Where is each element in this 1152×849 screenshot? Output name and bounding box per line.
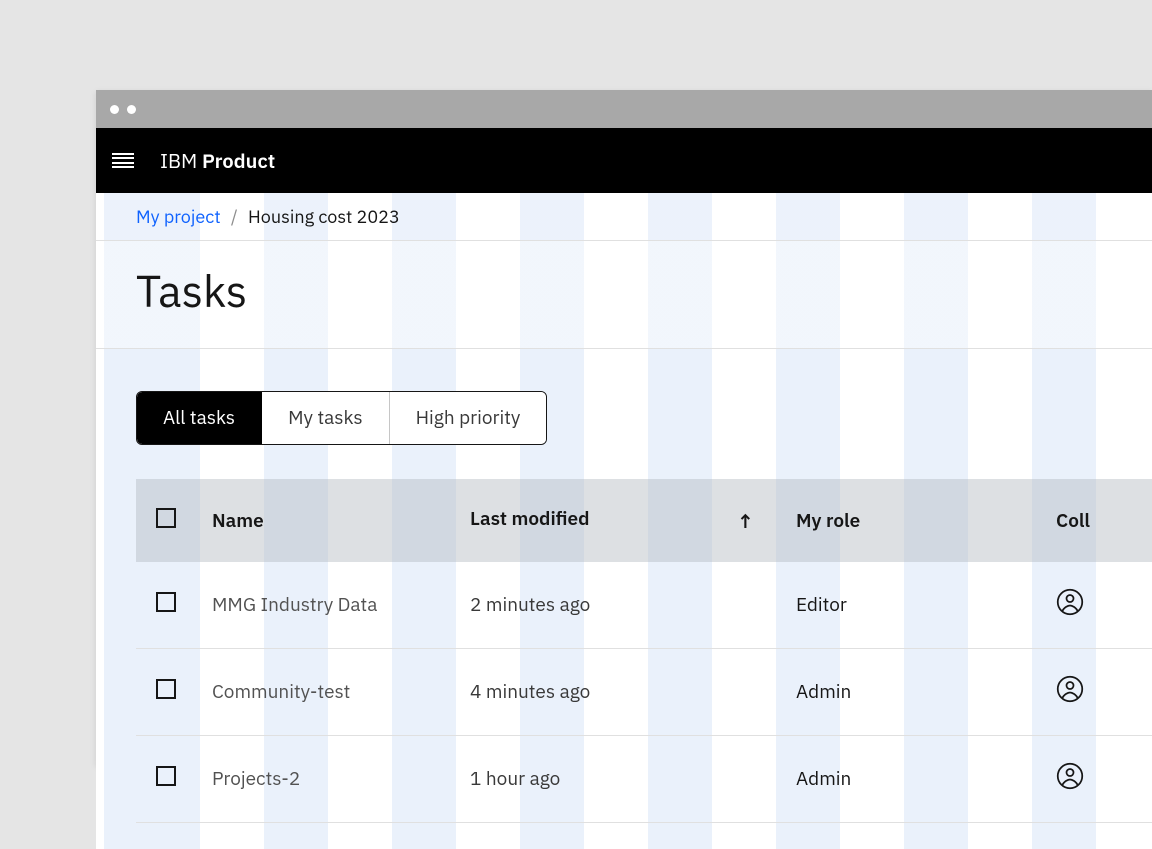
row-checkbox[interactable] [156, 766, 176, 786]
cell-my-role: Admin [780, 736, 1040, 823]
row-checkbox[interactable] [156, 592, 176, 612]
tasks-table: Name Last modified ↑ My role Coll MMG In… [136, 479, 1152, 823]
user-icon[interactable] [1056, 772, 1084, 796]
tab-high-priority[interactable]: High priority [390, 392, 547, 444]
cell-collaborators [1040, 562, 1152, 649]
breadcrumb-current: Housing cost 2023 [248, 205, 400, 228]
cell-my-role: Admin [780, 649, 1040, 736]
brand-label: IBM Product [160, 147, 275, 174]
tab-all-tasks[interactable]: All tasks [137, 392, 262, 444]
column-header-collaborators[interactable]: Coll [1040, 479, 1152, 562]
cell-name: MMG Industry Data [196, 562, 454, 649]
cell-last-modified: 1 hour ago [454, 736, 780, 823]
cell-last-modified: 4 minutes ago [454, 649, 780, 736]
user-icon[interactable] [1056, 685, 1084, 709]
table-row[interactable]: Projects-2 1 hour ago Admin [136, 736, 1152, 823]
cell-name: Projects-2 [196, 736, 454, 823]
user-icon[interactable] [1056, 598, 1084, 622]
app-header: IBM Product [96, 128, 1152, 193]
breadcrumb: My project / Housing cost 2023 [96, 193, 1152, 241]
page-title-section: Tasks [96, 241, 1152, 349]
window-control-dot[interactable] [110, 105, 119, 114]
tab-my-tasks[interactable]: My tasks [262, 392, 390, 444]
window-control-dot[interactable] [127, 105, 136, 114]
breadcrumb-separator: / [231, 205, 238, 228]
cell-collaborators [1040, 649, 1152, 736]
row-checkbox[interactable] [156, 679, 176, 699]
cell-my-role: Editor [780, 562, 1040, 649]
column-header-last-modified-label: Last modified [470, 507, 590, 531]
window-title-bar [96, 90, 1152, 128]
column-header-my-role[interactable]: My role [780, 479, 1040, 562]
breadcrumb-link[interactable]: My project [136, 205, 221, 228]
brand-prefix: IBM [160, 147, 197, 174]
page-title: Tasks [136, 263, 1152, 320]
sort-ascending-icon[interactable]: ↑ [736, 507, 754, 534]
cell-last-modified: 2 minutes ago [454, 562, 780, 649]
table-row[interactable]: Community-test 4 minutes ago Admin [136, 649, 1152, 736]
column-select-all [136, 479, 196, 562]
tabs: All tasks My tasks High priority [136, 391, 547, 445]
table-row[interactable]: MMG Industry Data 2 minutes ago Editor [136, 562, 1152, 649]
brand-name: Product [202, 147, 275, 174]
cell-collaborators [1040, 736, 1152, 823]
column-header-name[interactable]: Name [196, 479, 454, 562]
menu-icon[interactable] [112, 153, 134, 169]
cell-name: Community-test [196, 649, 454, 736]
table-header-row: Name Last modified ↑ My role Coll [136, 479, 1152, 562]
select-all-checkbox[interactable] [156, 508, 176, 528]
column-header-last-modified[interactable]: Last modified ↑ [454, 479, 780, 562]
